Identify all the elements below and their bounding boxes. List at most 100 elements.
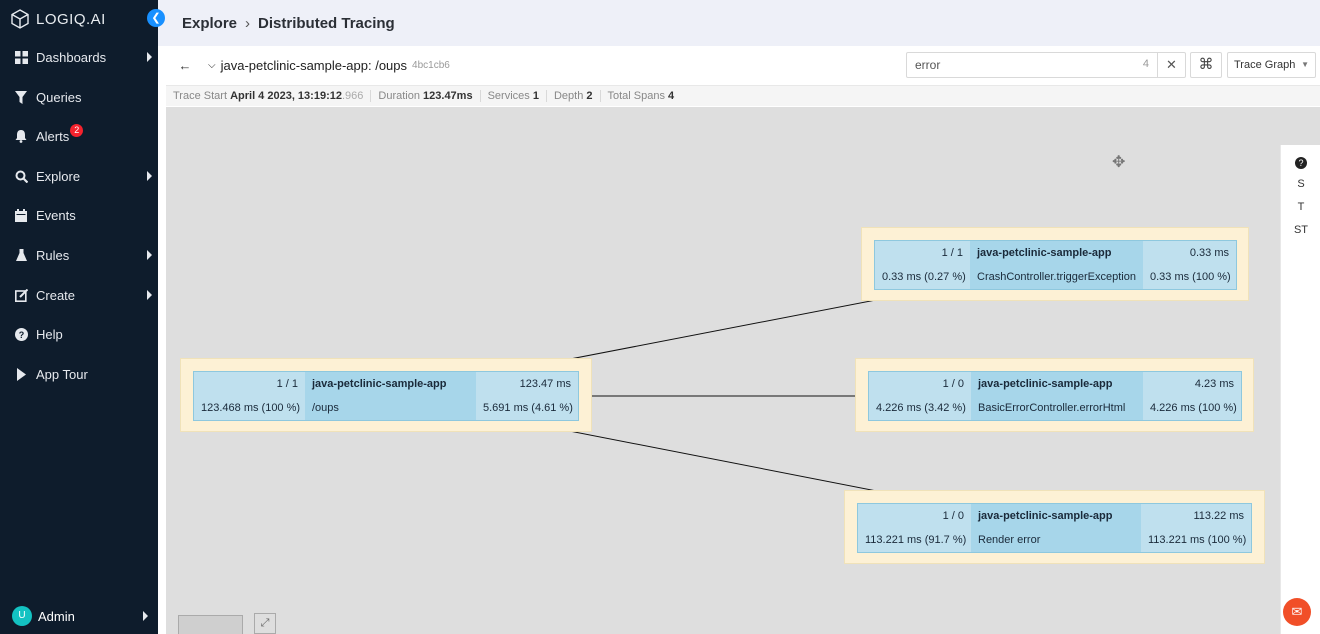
trace-start: Trace Start April 4 2023, 13:19:12.966 <box>173 90 372 102</box>
span-self-pct: 4.226 ms (100 %) <box>1143 396 1241 420</box>
view-mode-value: Trace Graph <box>1234 59 1296 71</box>
span-self-pct: 0.33 ms (100 %) <box>1143 265 1236 289</box>
span-service: java-petclinic-sample-app <box>971 504 1141 528</box>
graph-help-button[interactable]: ? <box>1295 157 1307 169</box>
services-label: Services <box>487 90 530 102</box>
span-node-basic-error-controller[interactable]: 1 / 0 java-petclinic-sample-app 4.23 ms … <box>855 358 1254 432</box>
user-menu[interactable]: U Admin <box>0 602 158 630</box>
svg-text:?: ? <box>18 330 24 340</box>
depth-label: Depth <box>553 90 584 102</box>
chat-support-button[interactable]: ✉ <box>1283 598 1311 626</box>
sidebar-item-events[interactable]: Events <box>0 197 158 233</box>
span-node-crash-controller[interactable]: 1 / 1 java-petclinic-sample-app 0.33 ms … <box>861 227 1249 301</box>
breadcrumb: Explore › Distributed Tracing <box>158 0 1320 46</box>
flask-icon <box>14 248 28 262</box>
command-icon: ⌘ <box>1198 56 1214 73</box>
span-node-table: 1 / 0 java-petclinic-sample-app 4.23 ms … <box>868 371 1242 421</box>
expand-icon: ⤢ <box>260 617 270 629</box>
trace-title[interactable]: ⌵ java-petclinic-sample-app: /oups 4bc1c… <box>208 58 450 73</box>
play-icon <box>14 367 28 381</box>
sidebar-item-create[interactable]: Create <box>0 277 158 313</box>
sidebar-item-label: Queries <box>36 89 82 105</box>
span-total: 113.22 ms <box>1141 504 1251 528</box>
fit-to-screen-button[interactable]: ⤢ <box>254 613 276 634</box>
depth-value: 2 <box>586 90 593 102</box>
caret-right-icon <box>147 250 152 260</box>
span-operation: CrashController.triggerException <box>970 265 1143 289</box>
trace-graph-canvas[interactable]: ✥ 1 / 1 java-petclinic-sample-app 123.47… <box>166 107 1320 634</box>
span-node-table: 1 / 1 java-petclinic-sample-app 0.33 ms … <box>874 240 1237 290</box>
span-node-table: 1 / 1 java-petclinic-sample-app 123.47 m… <box>193 371 579 421</box>
sidebar-item-queries[interactable]: Queries <box>0 79 158 115</box>
calendar-icon <box>14 208 28 222</box>
span-self: 0.33 ms (0.27 %) <box>875 265 970 289</box>
chevron-down-icon: ▼ <box>1301 60 1309 69</box>
help-icon: ? <box>14 327 28 341</box>
chat-icon: ✉ <box>1291 604 1303 619</box>
back-button[interactable]: ← <box>174 55 196 77</box>
sidebar-item-label: Rules <box>36 247 70 263</box>
sidebar-item-label: Help <box>36 326 63 342</box>
depth: Depth 2 <box>554 90 601 102</box>
edit-icon <box>14 288 28 302</box>
span-node-oups[interactable]: 1 / 1 java-petclinic-sample-app 123.47 m… <box>180 358 592 432</box>
span-operation: /oups <box>305 396 476 420</box>
sidebar-item-explore[interactable]: Explore <box>0 158 158 194</box>
span-count: 1 / 0 <box>869 372 971 396</box>
graph-mode-s-button[interactable]: S <box>1291 174 1311 194</box>
caret-right-icon <box>143 611 148 621</box>
sidebar-item-help[interactable]: ? Help <box>0 316 158 352</box>
chevron-down-icon: ⌵ <box>208 60 216 71</box>
sidebar-item-dashboards[interactable]: Dashboards <box>0 39 158 75</box>
span-service: java-petclinic-sample-app <box>970 241 1143 265</box>
trace-start-label: Trace Start <box>173 90 227 102</box>
span-total: 0.33 ms <box>1143 241 1236 265</box>
trace-start-value: April 4 2023, 13:19:12 <box>230 90 342 102</box>
graph-mode-st-button[interactable]: ST <box>1291 220 1311 240</box>
span-count: 1 / 0 <box>858 504 971 528</box>
user-name: Admin <box>38 608 75 624</box>
span-operation: Render error <box>971 528 1141 552</box>
alerts-badge: 2 <box>70 123 84 137</box>
page-title: Distributed Tracing <box>258 14 395 32</box>
span-total: 123.47 ms <box>476 372 578 396</box>
trace-toolbar: ← ⌵ java-petclinic-sample-app: /oups 4bc… <box>166 46 1320 86</box>
trace-search: 4 ✕ <box>906 52 1186 78</box>
chevron-left-icon: ❮ <box>151 12 161 24</box>
duration-label: Duration <box>378 90 420 102</box>
sidebar-item-label: Create <box>36 287 76 303</box>
services: Services 1 <box>488 90 547 102</box>
span-node-table: 1 / 0 java-petclinic-sample-app 113.22 m… <box>857 503 1252 553</box>
trace-start-ms: .966 <box>341 90 364 102</box>
sidebar-item-alerts[interactable]: Alerts 2 <box>0 118 158 154</box>
grid-icon <box>14 50 28 64</box>
span-operation: BasicErrorController.errorHtml <box>971 396 1143 420</box>
graph-minimap[interactable] <box>178 615 243 634</box>
caret-right-icon <box>147 52 152 62</box>
span-node-render-error[interactable]: 1 / 0 java-petclinic-sample-app 113.22 m… <box>844 490 1265 564</box>
graph-mode-t-button[interactable]: T <box>1291 197 1311 217</box>
bell-icon <box>14 129 28 143</box>
breadcrumb-explore[interactable]: Explore <box>182 15 237 32</box>
logo[interactable]: LOGIQ.AI <box>10 9 106 29</box>
view-mode-select[interactable]: Trace Graph ▼ <box>1227 52 1316 78</box>
search-input[interactable] <box>907 58 1127 72</box>
sidebar: LOGIQ.AI Dashboards Queries Alerts 2 Exp… <box>0 0 158 634</box>
collapse-sidebar-button[interactable]: ❮ <box>147 9 165 27</box>
clear-search-button[interactable]: ✕ <box>1157 53 1185 77</box>
span-self: 4.226 ms (3.42 %) <box>869 396 971 420</box>
total-spans: Total Spans 4 <box>608 90 682 102</box>
search-match-count: 4 <box>1142 58 1149 70</box>
sidebar-item-app-tour[interactable]: App Tour <box>0 356 158 392</box>
total-spans-value: 4 <box>668 90 675 102</box>
total-spans-label: Total Spans <box>607 90 665 102</box>
span-self-pct: 5.691 ms (4.61 %) <box>476 396 578 420</box>
caret-right-icon <box>147 171 152 181</box>
sidebar-item-rules[interactable]: Rules <box>0 237 158 273</box>
sidebar-item-label: Events <box>36 207 76 223</box>
search-icon <box>14 169 28 183</box>
keyboard-shortcuts-button[interactable]: ⌘ <box>1190 52 1222 78</box>
trace-id: 4bc1cb6 <box>412 60 450 71</box>
duration-value: 123.47ms <box>423 90 473 102</box>
trace-title-text: java-petclinic-sample-app: /oups <box>220 58 408 73</box>
